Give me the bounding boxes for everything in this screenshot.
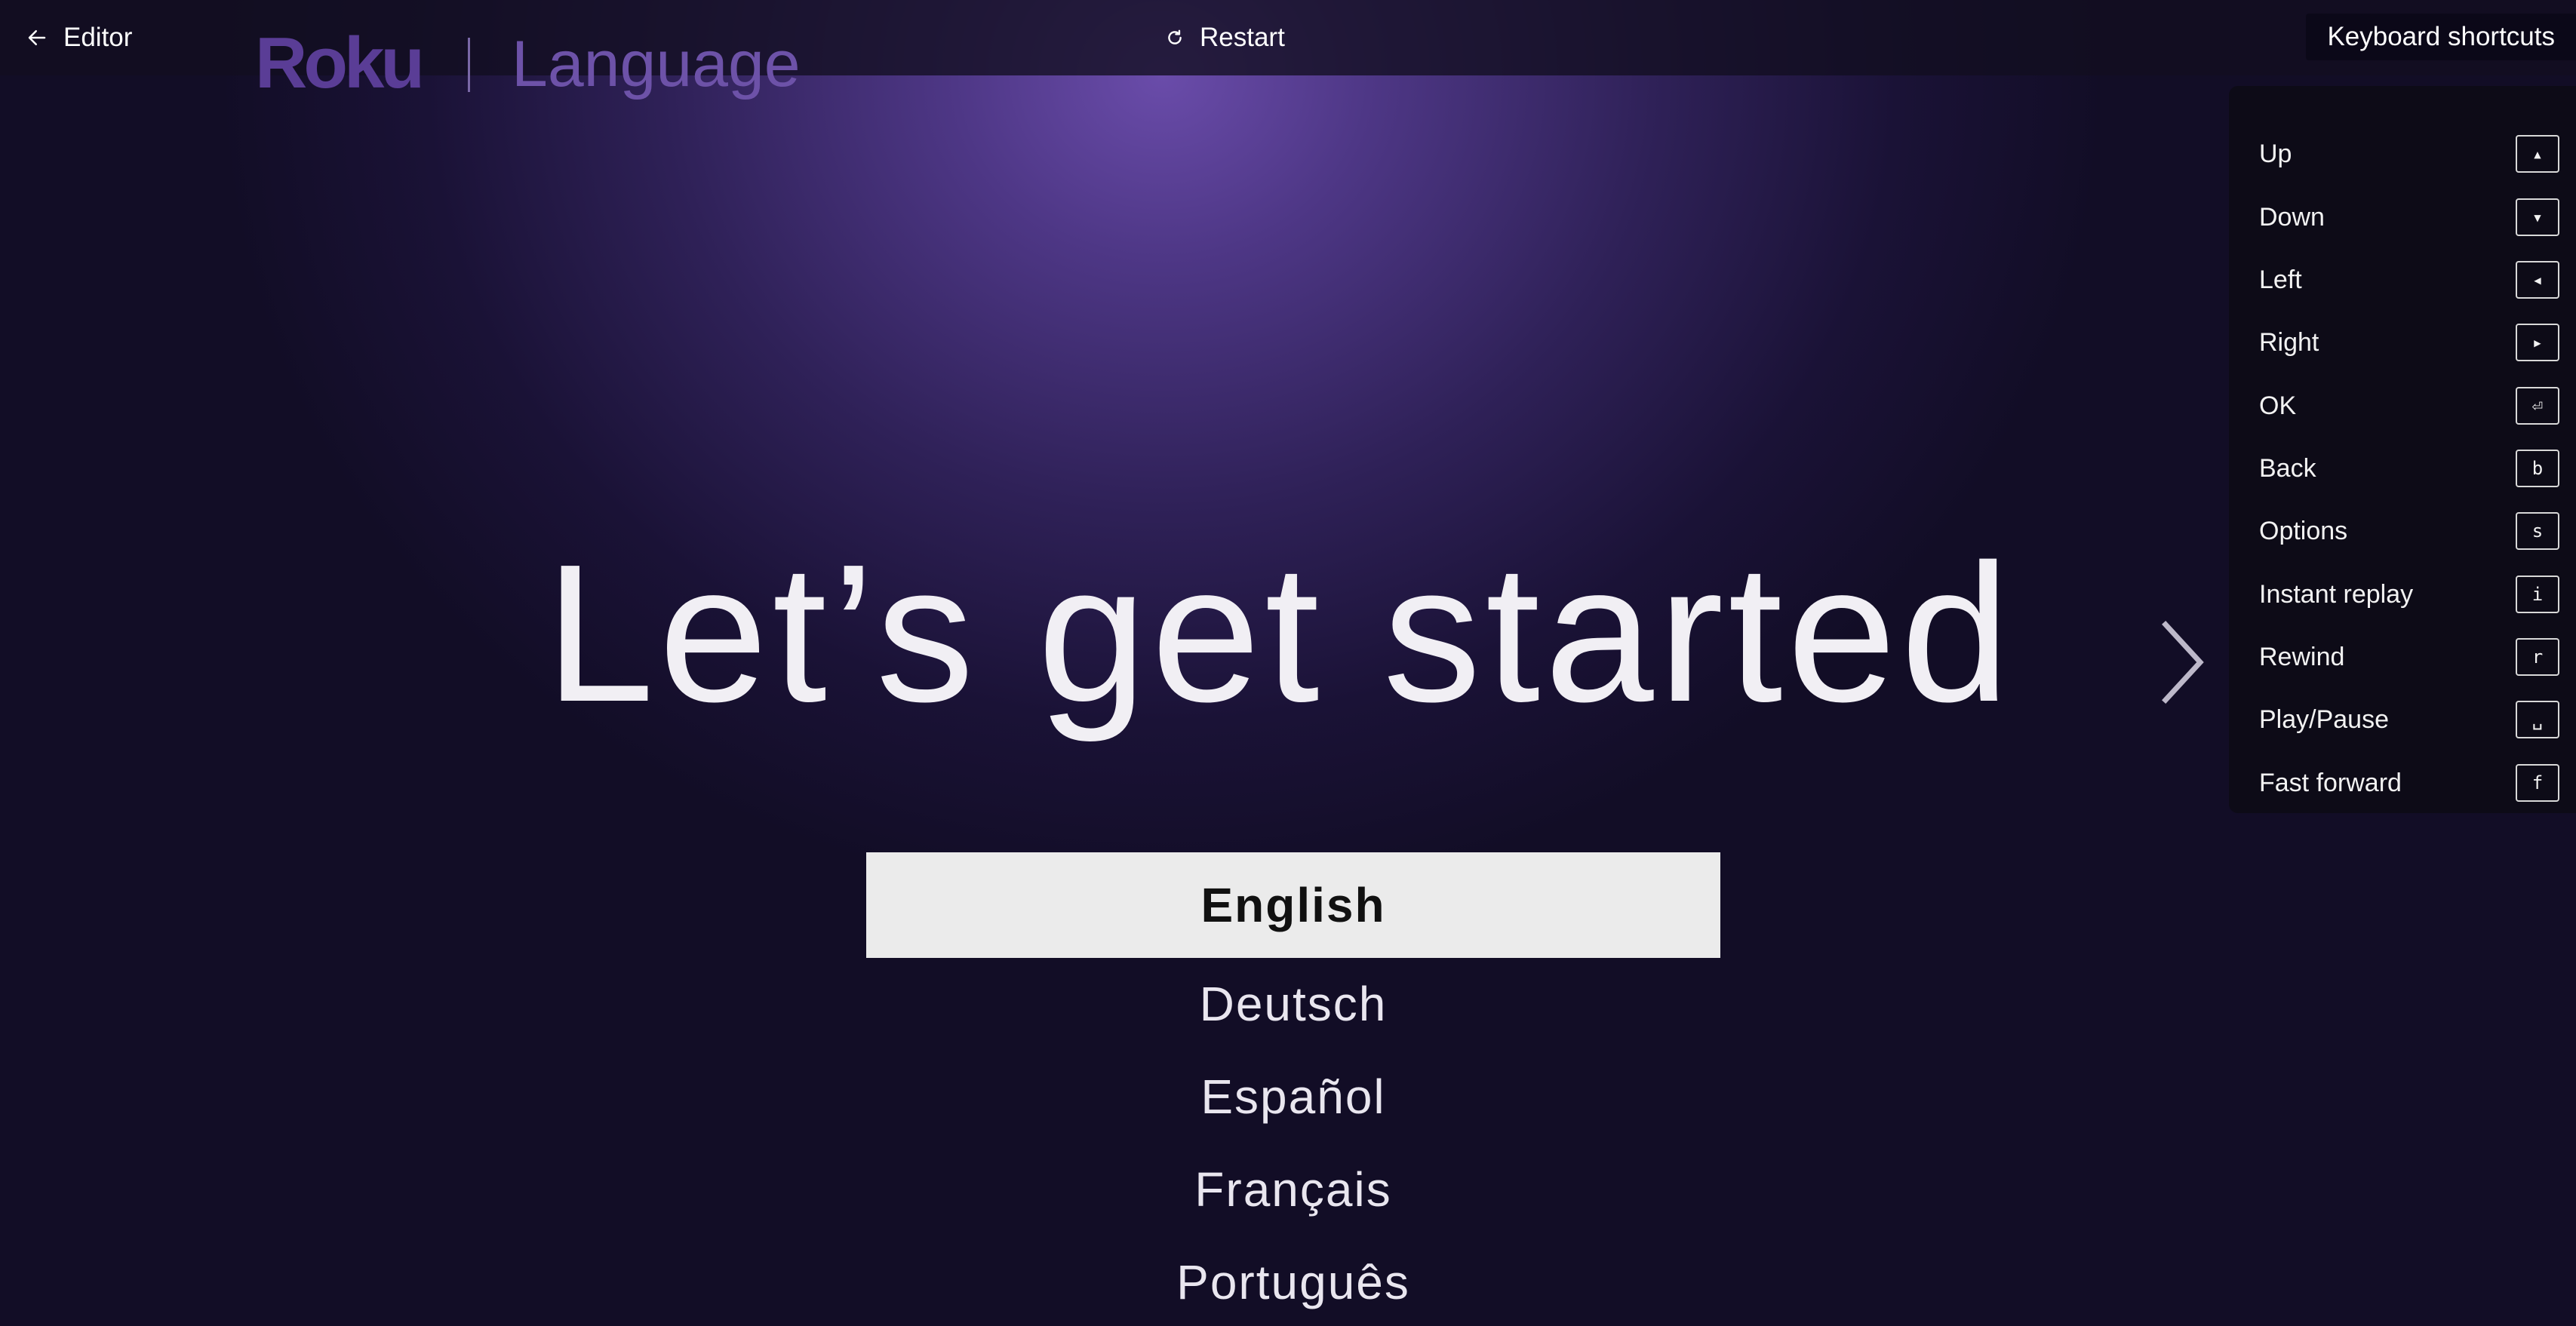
roku-logo: Roku: [255, 23, 425, 103]
shortcut-label: Fast forward: [2259, 768, 2402, 797]
shortcut-row-down: Down ▾: [2259, 195, 2559, 240]
shortcut-key-ok[interactable]: ⏎: [2516, 387, 2559, 425]
shortcut-label: Rewind: [2259, 642, 2345, 671]
chevron-right-icon[interactable]: [2156, 617, 2209, 708]
restart-button-label: Restart: [1200, 23, 1285, 52]
language-list: English Deutsch Español Français Portugu…: [866, 852, 1720, 1326]
roku-preview-stage: Editor Restart Keyboard shortcuts Roku L…: [0, 0, 2576, 1326]
shortcut-label: Left: [2259, 265, 2302, 294]
shortcut-label: Instant replay: [2259, 579, 2414, 609]
shortcut-key-rewind[interactable]: r: [2516, 638, 2559, 676]
shortcut-key-up[interactable]: ▴: [2516, 135, 2559, 173]
arrow-left-icon: [28, 30, 46, 45]
shortcut-label: Options: [2259, 516, 2348, 545]
shortcut-row-rewind: Rewind r: [2259, 634, 2559, 680]
restart-button[interactable]: Restart: [1165, 17, 1285, 59]
language-option-english[interactable]: English: [866, 852, 1720, 958]
shortcut-row-options: Options s: [2259, 508, 2559, 554]
shortcut-key-play-pause[interactable]: ␣: [2516, 701, 2559, 738]
shortcut-key-options[interactable]: s: [2516, 512, 2559, 550]
keyboard-shortcuts-panel: Up ▴ Down ▾ Left ◂ Right ▸ OK ⏎ Back b O…: [2229, 86, 2576, 813]
back-to-editor-button[interactable]: Editor: [26, 17, 132, 59]
shortcut-key-fast-forward[interactable]: f: [2516, 764, 2559, 802]
language-option-deutsch[interactable]: Deutsch: [866, 958, 1720, 1051]
shortcut-label: OK: [2259, 391, 2297, 420]
editor-button-label: Editor: [63, 23, 133, 52]
shortcut-key-down[interactable]: ▾: [2516, 198, 2559, 236]
shortcut-label: Play/Pause: [2259, 704, 2389, 734]
shortcut-key-left[interactable]: ◂: [2516, 261, 2559, 299]
language-option-francais[interactable]: Français: [866, 1143, 1720, 1236]
shortcut-row-left: Left ◂: [2259, 257, 2559, 302]
shortcut-label: Right: [2259, 327, 2319, 357]
shortcut-label: Down: [2259, 202, 2325, 232]
shortcut-key-instant-replay[interactable]: i: [2516, 576, 2559, 613]
shortcut-row-instant-replay: Instant replay i: [2259, 572, 2559, 617]
section-title: Language: [512, 28, 801, 100]
shortcut-row-up: Up ▴: [2259, 131, 2559, 176]
restart-icon: [1168, 29, 1182, 45]
shortcut-row-ok: OK ⏎: [2259, 383, 2559, 428]
shortcut-label: Up: [2259, 139, 2292, 168]
shortcut-row-right: Right ▸: [2259, 320, 2559, 365]
header-divider: [468, 38, 470, 92]
shortcut-row-back: Back b: [2259, 446, 2559, 491]
language-option-espanol[interactable]: Español: [866, 1051, 1720, 1143]
shortcut-row-fast-forward: Fast forward f: [2259, 760, 2559, 806]
shortcut-key-back[interactable]: b: [2516, 450, 2559, 487]
shortcut-key-right[interactable]: ▸: [2516, 324, 2559, 361]
language-option-portugues[interactable]: Português: [866, 1236, 1720, 1326]
keyboard-shortcuts-button[interactable]: Keyboard shortcuts: [2306, 14, 2576, 60]
shortcut-row-play-pause: Play/Pause ␣: [2259, 697, 2559, 742]
shortcut-label: Back: [2259, 453, 2316, 483]
